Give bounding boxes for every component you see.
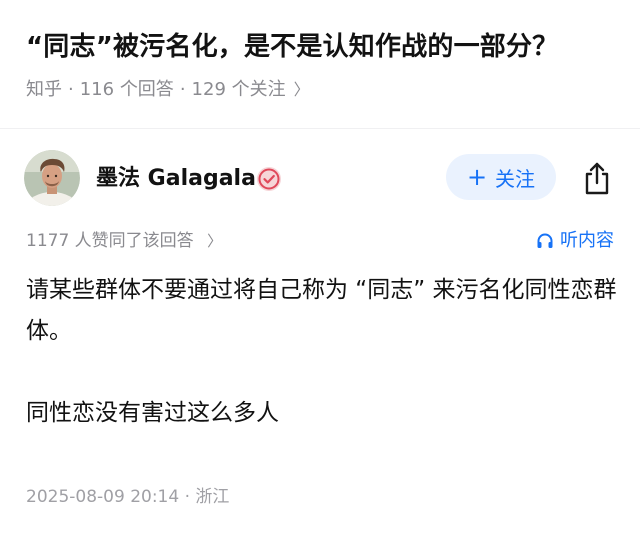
chevron-right-icon: 〉 [207,232,223,250]
follow-button[interactable]: + 关注 [446,154,556,200]
listen-label: 听内容 [560,230,614,251]
plus-icon: + [466,163,488,191]
section-divider [0,128,640,129]
chevron-right-icon: 〉 [293,80,310,99]
headphone-icon [537,233,553,248]
answer-paragraph: 请某些群体不要通过将自己称为 “同志” 来污名化同性恋群体。 [26,277,617,344]
vote-count-label: 1177 人赞同了该回答 [26,231,194,251]
stats-row: 1177 人赞同了该回答 〉 听内容 [0,228,640,256]
meta-separator: · [179,79,186,100]
question-header: “同志”被污名化，是不是认知作战的一部分？ 知乎 · 116 个回答 · 129… [0,0,640,128]
follow-label: 关注 [495,166,536,191]
listen-button[interactable]: 听内容 [536,228,614,254]
question-meta[interactable]: 知乎 · 116 个回答 · 129 个关注 〉 [26,78,614,102]
answer-count: 116 个回答 [79,79,174,100]
meta-separator: · [68,79,74,100]
avatar[interactable] [24,150,80,206]
verified-badge-icon [257,167,281,191]
vote-count[interactable]: 1177 人赞同了该回答 〉 [26,228,222,254]
avatar-photo [24,150,80,206]
follower-count: 129 个关注 [191,79,286,100]
author-row: 墨法 Galagala + 关注 [0,150,640,208]
author-name[interactable]: 墨法 Galagala [96,164,256,194]
question-title[interactable]: “同志”被污名化，是不是认知作战的一部分？ [26,30,614,64]
question-source: 知乎 [26,79,62,100]
answer-paragraph: 同性恋没有害过这么多人 [26,400,279,426]
answer-timestamp: 2025-08-09 20:14 · 浙江 [26,487,230,507]
share-icon[interactable] [580,160,614,196]
answer-body: 请某些群体不要通过将自己称为 “同志” 来污名化同性恋群体。 同性恋没有害过这么… [26,270,618,434]
